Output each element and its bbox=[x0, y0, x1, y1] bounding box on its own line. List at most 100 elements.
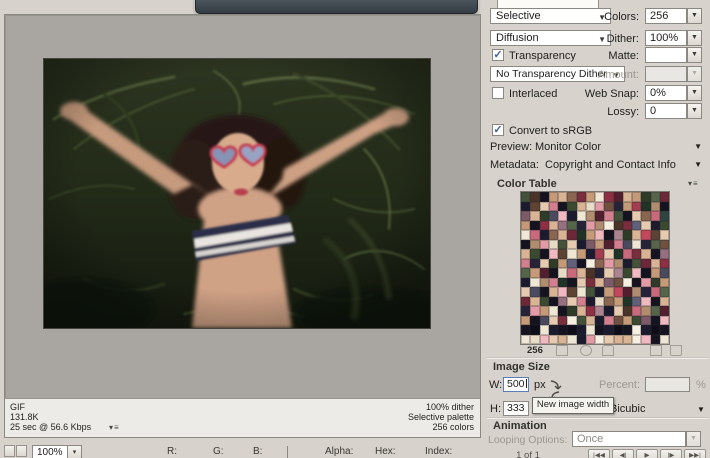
color-swatch[interactable] bbox=[632, 316, 641, 326]
color-swatch[interactable] bbox=[614, 278, 623, 288]
color-swatch[interactable] bbox=[660, 240, 669, 250]
color-swatch[interactable] bbox=[586, 268, 595, 278]
color-swatch[interactable] bbox=[521, 287, 530, 297]
color-swatch[interactable] bbox=[651, 211, 660, 221]
color-swatch[interactable] bbox=[632, 259, 641, 269]
color-swatch[interactable] bbox=[540, 240, 549, 250]
color-swatch[interactable] bbox=[660, 278, 669, 288]
color-swatch[interactable] bbox=[595, 287, 604, 297]
color-swatch[interactable] bbox=[660, 249, 669, 259]
color-swatch[interactable] bbox=[660, 202, 669, 212]
color-swatch[interactable] bbox=[577, 221, 586, 231]
color-swatch[interactable] bbox=[530, 297, 539, 307]
color-swatch[interactable] bbox=[521, 230, 530, 240]
color-swatch[interactable] bbox=[530, 278, 539, 288]
color-swatch[interactable] bbox=[651, 297, 660, 307]
color-swatch[interactable] bbox=[641, 297, 650, 307]
color-swatch[interactable] bbox=[632, 221, 641, 231]
color-swatch[interactable] bbox=[651, 202, 660, 212]
color-swatch[interactable] bbox=[530, 211, 539, 221]
color-swatch[interactable] bbox=[549, 202, 558, 212]
color-swatch[interactable] bbox=[604, 259, 613, 269]
convert-srgb-checkbox[interactable]: ✓ bbox=[492, 124, 504, 136]
height-input[interactable]: 333 bbox=[503, 401, 529, 416]
color-swatch[interactable] bbox=[577, 230, 586, 240]
color-swatch[interactable] bbox=[632, 306, 641, 316]
color-swatch[interactable] bbox=[632, 202, 641, 212]
color-swatch[interactable] bbox=[549, 249, 558, 259]
dither-dropdown-button[interactable]: ▼ bbox=[687, 30, 702, 46]
color-swatch[interactable] bbox=[623, 230, 632, 240]
color-swatch[interactable] bbox=[614, 306, 623, 316]
color-swatch[interactable] bbox=[549, 211, 558, 221]
color-swatch[interactable] bbox=[567, 335, 576, 345]
color-swatch[interactable] bbox=[604, 249, 613, 259]
color-swatch[interactable] bbox=[614, 192, 623, 202]
color-swatch[interactable] bbox=[632, 287, 641, 297]
color-swatch[interactable] bbox=[521, 268, 530, 278]
color-swatch[interactable] bbox=[540, 297, 549, 307]
color-swatch[interactable] bbox=[540, 259, 549, 269]
color-swatch[interactable] bbox=[521, 297, 530, 307]
color-swatch[interactable] bbox=[604, 325, 613, 335]
color-swatch[interactable] bbox=[623, 297, 632, 307]
color-swatch[interactable] bbox=[651, 325, 660, 335]
color-swatch[interactable] bbox=[586, 249, 595, 259]
hand-tool-button[interactable] bbox=[4, 445, 15, 457]
color-swatch[interactable] bbox=[549, 297, 558, 307]
preview-select-row[interactable]: Preview: Monitor Color ▼ bbox=[487, 140, 710, 158]
color-swatch[interactable] bbox=[567, 306, 576, 316]
color-swatch[interactable] bbox=[614, 316, 623, 326]
color-swatch[interactable] bbox=[604, 192, 613, 202]
color-swatch[interactable] bbox=[549, 287, 558, 297]
color-swatch[interactable] bbox=[558, 211, 567, 221]
color-swatch[interactable] bbox=[632, 278, 641, 288]
color-swatch[interactable] bbox=[540, 325, 549, 335]
color-swatch[interactable] bbox=[641, 268, 650, 278]
color-swatch[interactable] bbox=[549, 268, 558, 278]
color-swatch[interactable] bbox=[651, 192, 660, 202]
color-swatch[interactable] bbox=[549, 278, 558, 288]
color-swatch[interactable] bbox=[651, 268, 660, 278]
color-swatch[interactable] bbox=[614, 211, 623, 221]
color-swatch[interactable] bbox=[595, 259, 604, 269]
websnap-dropdown-button[interactable]: ▼ bbox=[687, 85, 702, 101]
color-swatch[interactable] bbox=[595, 230, 604, 240]
color-swatch[interactable] bbox=[641, 325, 650, 335]
color-swatch[interactable] bbox=[567, 249, 576, 259]
color-swatch[interactable] bbox=[614, 230, 623, 240]
dither-field[interactable]: 100% bbox=[645, 30, 687, 46]
color-swatch[interactable] bbox=[586, 240, 595, 250]
color-swatch[interactable] bbox=[567, 221, 576, 231]
color-swatch[interactable] bbox=[660, 325, 669, 335]
color-swatch[interactable] bbox=[641, 335, 650, 345]
transparency-checkbox[interactable]: ✓ bbox=[492, 49, 504, 61]
zoom-level-field[interactable]: 100% bbox=[32, 445, 68, 458]
color-swatch[interactable] bbox=[641, 249, 650, 259]
color-swatch[interactable] bbox=[558, 249, 567, 259]
color-swatch[interactable] bbox=[641, 192, 650, 202]
transparency-map-icon[interactable] bbox=[556, 345, 568, 356]
color-swatch[interactable] bbox=[604, 316, 613, 326]
color-swatch[interactable] bbox=[521, 249, 530, 259]
color-swatch[interactable] bbox=[586, 192, 595, 202]
color-swatch[interactable] bbox=[623, 268, 632, 278]
color-swatch[interactable] bbox=[604, 287, 613, 297]
play-button[interactable]: ▶ bbox=[636, 449, 658, 458]
color-swatch[interactable] bbox=[521, 221, 530, 231]
color-swatch[interactable] bbox=[660, 259, 669, 269]
width-input[interactable]: 500 bbox=[503, 377, 529, 392]
color-swatch[interactable] bbox=[567, 240, 576, 250]
color-swatch[interactable] bbox=[623, 211, 632, 221]
new-color-icon[interactable] bbox=[650, 345, 662, 356]
color-swatch[interactable] bbox=[567, 211, 576, 221]
color-swatch[interactable] bbox=[660, 230, 669, 240]
color-swatch[interactable] bbox=[530, 202, 539, 212]
color-swatch[interactable] bbox=[641, 211, 650, 221]
color-swatch[interactable] bbox=[540, 192, 549, 202]
color-swatch[interactable] bbox=[660, 287, 669, 297]
color-swatch[interactable] bbox=[595, 335, 604, 345]
color-swatch[interactable] bbox=[540, 202, 549, 212]
color-swatch[interactable] bbox=[521, 259, 530, 269]
color-swatch[interactable] bbox=[521, 325, 530, 335]
